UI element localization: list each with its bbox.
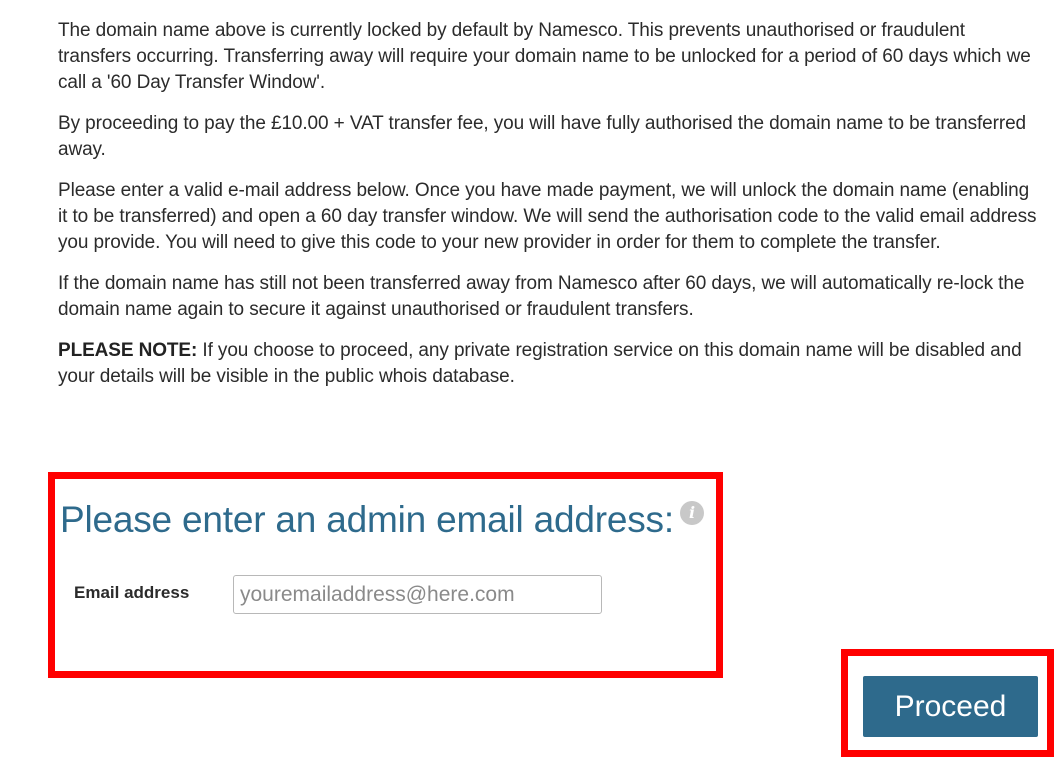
please-note-text: If you choose to proceed, any private re… bbox=[58, 340, 1022, 387]
info-paragraph-relock: If the domain name has still not been tr… bbox=[58, 273, 1025, 320]
email-address-input[interactable] bbox=[233, 575, 602, 614]
admin-email-section: Please enter an admin email address: i Em… bbox=[48, 472, 723, 678]
proceed-button[interactable]: Proceed bbox=[863, 676, 1038, 737]
info-icon[interactable]: i bbox=[679, 501, 704, 525]
info-paragraph-fee: By proceeding to pay the £10.00 + VAT tr… bbox=[58, 113, 1027, 160]
admin-email-title: Please enter an admin email address: bbox=[60, 499, 674, 540]
admin-email-heading: Please enter an admin email address: i bbox=[60, 497, 704, 543]
please-note-paragraph: PLEASE NOTE: If you choose to proceed, a… bbox=[58, 338, 1043, 390]
email-address-label: Email address bbox=[74, 583, 190, 602]
please-note-label: PLEASE NOTE: bbox=[58, 340, 198, 361]
info-paragraph-email: Please enter a valid e-mail address belo… bbox=[58, 180, 1037, 253]
proceed-highlight: Proceed bbox=[841, 649, 1054, 757]
transfer-info-section: The domain name above is currently locke… bbox=[58, 18, 1043, 405]
info-paragraph-lock: The domain name above is currently locke… bbox=[58, 20, 1031, 93]
